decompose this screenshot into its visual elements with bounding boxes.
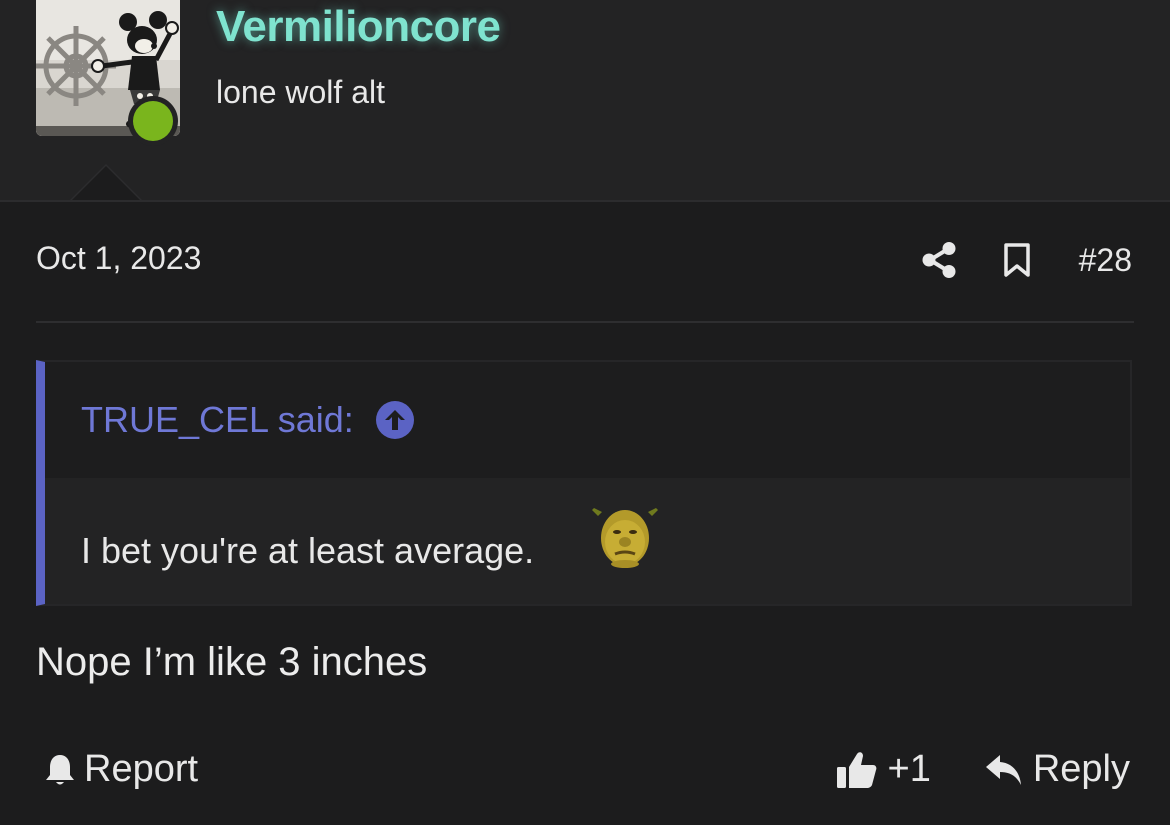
like-button[interactable]: +1	[836, 748, 931, 791]
post-user-header: Vermilioncore lone wolf alt	[0, 0, 1170, 202]
report-button[interactable]: Report	[44, 748, 198, 791]
arrow-up-circle-icon[interactable]	[375, 401, 414, 439]
shrek-face-emoji-icon	[592, 508, 658, 568]
post-message: Nope I’m like 3 inches	[36, 640, 428, 684]
bookmark-icon	[1003, 243, 1030, 277]
share-button[interactable]	[921, 236, 957, 284]
report-label: Report	[84, 748, 199, 790]
quote-block: TRUE_CEL said: I bet you're at least ave…	[36, 360, 1132, 606]
bell-icon	[46, 754, 74, 784]
user-title: lone wolf alt	[216, 74, 385, 110]
reply-label: Reply	[1032, 748, 1130, 790]
post-number-link[interactable]: #28	[1079, 242, 1132, 279]
post-actions: #28	[921, 236, 1132, 284]
username[interactable]: Vermilioncore	[216, 2, 501, 52]
share-icon	[922, 242, 956, 278]
quote-text: I bet you're at least average.	[81, 530, 535, 571]
post-footer-actions: +1 Reply	[836, 748, 1130, 791]
like-count: +1	[887, 748, 931, 790]
thumbs-up-icon	[836, 751, 876, 788]
online-status-dot	[133, 101, 173, 141]
forum-post: Vermilioncore lone wolf alt Oct 1, 2023 …	[0, 0, 1170, 825]
header-caret	[72, 166, 140, 200]
reply-button[interactable]: Reply	[985, 748, 1130, 791]
quote-author-link[interactable]: TRUE_CEL said:	[81, 399, 354, 441]
quote-header: TRUE_CEL said:	[45, 362, 1130, 478]
online-status-indicator	[128, 96, 178, 146]
avatar-wrapper[interactable]	[36, 0, 180, 146]
post-date[interactable]: Oct 1, 2023	[36, 240, 201, 277]
reply-arrow-icon	[985, 754, 1021, 785]
bookmark-button[interactable]	[1001, 236, 1033, 284]
post-divider	[36, 321, 1134, 323]
